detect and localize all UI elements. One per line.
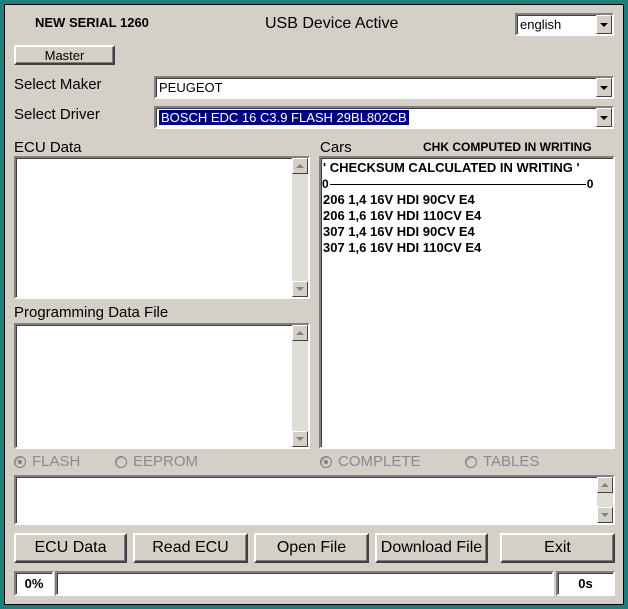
radio-flash[interactable]: FLASH	[14, 453, 80, 470]
radio-dot	[324, 459, 328, 464]
scale-bar	[329, 183, 586, 185]
ecu-data-button[interactable]: ECU Data	[14, 533, 127, 563]
checksum-note: CHK COMPUTED IN WRITING	[423, 140, 592, 154]
serial-label: NEW SERIAL 1260	[35, 15, 149, 30]
programming-data-textarea[interactable]	[14, 323, 310, 449]
usb-status-label: USB Device Active	[265, 15, 399, 32]
main-window: NEW SERIAL 1260 USB Device Active englis…	[4, 4, 624, 605]
checksum-line: ' CHECKSUM CALCULATED IN WRITING '	[323, 160, 580, 175]
radio-complete[interactable]: COMPLETE	[320, 453, 421, 470]
message-textarea[interactable]	[14, 475, 615, 525]
read-ecu-button[interactable]: Read ECU	[133, 533, 248, 563]
chevron-down-icon	[600, 22, 608, 27]
maker-dropdown-button[interactable]	[596, 78, 612, 97]
exit-button[interactable]: Exit	[500, 533, 615, 563]
scroll-down-button[interactable]	[292, 431, 308, 447]
select-maker-label: Select Maker	[14, 76, 102, 93]
ecu-data-label: ECU Data	[14, 139, 82, 156]
driver-value: BOSCH EDC 16 C3.9 FLASH 29BL802CB	[159, 110, 409, 125]
arrow-down-icon	[296, 437, 304, 441]
elapsed-time: 0s	[556, 571, 615, 596]
radio-circle	[320, 455, 332, 468]
scroll-down-button[interactable]	[597, 507, 613, 523]
outer-frame: NEW SERIAL 1260 USB Device Active englis…	[0, 0, 628, 609]
radio-eeprom-label: EEPROM	[133, 453, 199, 470]
radio-dot	[18, 459, 22, 464]
progress-percent: 0%	[14, 571, 54, 596]
language-value: english	[520, 17, 562, 32]
ecu-data-scrollbar[interactable]	[292, 158, 308, 297]
list-item[interactable]: 307 1,6 16V HDI 110CV E4	[322, 240, 612, 256]
maker-value: PEUGEOT	[159, 80, 223, 95]
open-file-button[interactable]: Open File	[254, 533, 369, 563]
driver-value-wrap: BOSCH EDC 16 C3.9 FLASH 29BL802CB	[156, 110, 596, 125]
arrow-down-icon	[296, 287, 304, 291]
arrow-up-icon	[296, 331, 304, 335]
language-select[interactable]: english	[515, 13, 614, 36]
list-item[interactable]: 206 1,4 16V HDI 90CV E4	[322, 192, 612, 208]
programming-data-label: Programming Data File	[14, 304, 169, 321]
driver-dropdown-button[interactable]	[596, 108, 612, 127]
radio-circle	[115, 455, 127, 468]
master-button[interactable]: Master	[14, 45, 115, 65]
arrow-down-icon	[601, 513, 609, 517]
chevron-down-icon	[600, 115, 608, 120]
arrow-up-icon	[601, 483, 609, 487]
scale-left: 0	[322, 177, 329, 191]
language-dropdown-button[interactable]	[596, 15, 612, 34]
chevron-down-icon	[600, 85, 608, 90]
scroll-down-button[interactable]	[292, 281, 308, 297]
radio-complete-label: COMPLETE	[338, 453, 421, 470]
cars-list[interactable]: ' CHECKSUM CALCULATED IN WRITING ' 0 0 2…	[319, 156, 615, 449]
radio-circle	[14, 455, 26, 468]
scale-right: 0	[586, 177, 594, 191]
arrow-up-icon	[296, 164, 304, 168]
cars-label: Cars	[320, 139, 352, 156]
maker-select[interactable]: PEUGEOT	[154, 76, 614, 99]
list-item[interactable]: 206 1,6 16V HDI 110CV E4	[322, 208, 612, 224]
scroll-up-button[interactable]	[292, 325, 308, 341]
radio-tables[interactable]: TABLES	[465, 453, 539, 470]
driver-select[interactable]: BOSCH EDC 16 C3.9 FLASH 29BL802CB	[154, 106, 614, 129]
programming-data-scrollbar[interactable]	[292, 325, 308, 447]
message-scrollbar[interactable]	[597, 477, 613, 523]
select-driver-label: Select Driver	[14, 106, 100, 123]
radio-flash-label: FLASH	[32, 453, 81, 470]
scale-line: 0 0	[322, 176, 612, 192]
progress-bar	[55, 571, 554, 596]
radio-circle	[465, 455, 477, 468]
list-item[interactable]: 307 1,4 16V HDI 90CV E4	[322, 224, 612, 240]
scroll-up-button[interactable]	[292, 158, 308, 174]
radio-eeprom[interactable]: EEPROM	[115, 453, 198, 470]
ecu-data-textarea[interactable]	[14, 156, 310, 299]
scroll-up-button[interactable]	[597, 477, 613, 493]
radio-tables-label: TABLES	[483, 453, 540, 470]
download-file-button[interactable]: Download File	[375, 533, 488, 563]
